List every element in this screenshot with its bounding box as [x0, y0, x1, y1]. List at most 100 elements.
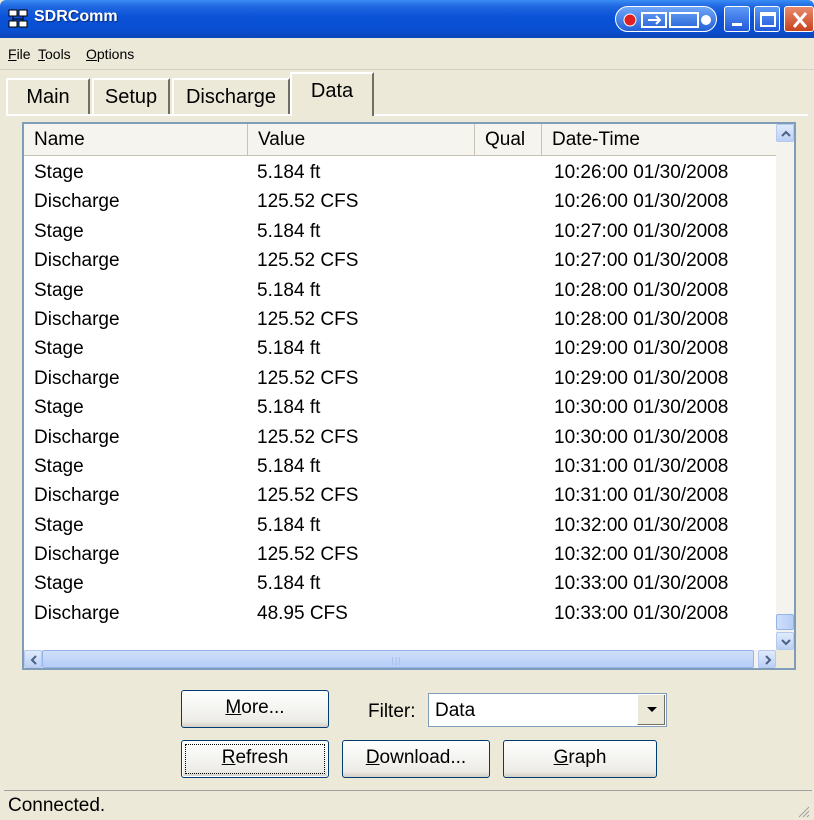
table-row[interactable]: Stage 5.184 ft 10:27:00 01/30/2008: [24, 217, 776, 246]
cell-name: Discharge: [34, 367, 120, 389]
horizontal-scroll-thumb[interactable]: |||: [42, 650, 754, 668]
cell-datetime: 10:33:00 01/30/2008: [554, 573, 729, 595]
data-list[interactable]: Name Value Qual Date-Time Stage 5.184 ft 1…: [22, 122, 796, 670]
cell-name: Discharge: [34, 308, 120, 330]
cell-name: Stage: [34, 279, 84, 301]
app-icon: [8, 9, 28, 28]
cell-datetime: 10:28:00 01/30/2008: [554, 279, 729, 301]
column-header-qual[interactable]: Qual: [475, 124, 542, 156]
table-row[interactable]: Stage 5.184 ft 10:28:00 01/30/2008: [24, 276, 776, 305]
scroll-right-icon[interactable]: [758, 650, 776, 668]
tab-setup[interactable]: Setup: [92, 78, 170, 116]
tab-main[interactable]: Main: [6, 78, 90, 116]
cell-datetime: 10:30:00 01/30/2008: [554, 426, 729, 448]
cell-name: Stage: [34, 514, 84, 536]
vertical-scrollbar[interactable]: [776, 124, 794, 650]
menu-bar: File Tools Options: [0, 38, 814, 70]
menu-tools[interactable]: Tools: [38, 46, 71, 62]
column-header-name[interactable]: Name: [24, 124, 248, 156]
maximize-icon[interactable]: [754, 6, 780, 32]
table-row[interactable]: Stage 5.184 ft 10:31:00 01/30/2008: [24, 452, 776, 481]
record-connect-icon[interactable]: [615, 6, 717, 32]
cell-value: 48.95 CFS: [257, 602, 348, 624]
filter-select[interactable]: Data: [428, 693, 667, 727]
table-row[interactable]: Discharge 125.52 CFS 10:31:00 01/30/2008: [24, 481, 776, 510]
cell-name: Stage: [34, 573, 84, 595]
cell-name: Discharge: [34, 544, 120, 566]
cell-value: 5.184 ft: [257, 338, 321, 360]
cell-name: Stage: [34, 397, 84, 419]
cell-name: Discharge: [34, 191, 120, 213]
resize-grip-icon[interactable]: [796, 804, 810, 818]
cell-datetime: 10:28:00 01/30/2008: [554, 308, 729, 330]
cell-datetime: 10:26:00 01/30/2008: [554, 162, 729, 183]
table-row[interactable]: Stage 5.184 ft 10:33:00 01/30/2008: [24, 569, 776, 598]
column-header-datetime[interactable]: Date-Time: [542, 124, 776, 156]
cell-datetime: 10:29:00 01/30/2008: [554, 338, 729, 360]
table-row[interactable]: Discharge 125.52 CFS 10:28:00 01/30/2008: [24, 305, 776, 334]
table-row[interactable]: Discharge 125.52 CFS 10:27:00 01/30/2008: [24, 246, 776, 275]
cell-value: 125.52 CFS: [257, 250, 359, 272]
table-row[interactable]: Discharge 125.52 CFS 10:32:00 01/30/2008: [24, 540, 776, 569]
tab-panel-border: [6, 114, 808, 116]
cell-name: Stage: [34, 338, 84, 360]
cell-value: 125.52 CFS: [257, 544, 359, 566]
cell-value: 125.52 CFS: [257, 308, 359, 330]
table-row[interactable]: Discharge 125.52 CFS 10:30:00 01/30/2008: [24, 423, 776, 452]
cell-value: 125.52 CFS: [257, 191, 359, 213]
cell-datetime: 10:29:00 01/30/2008: [554, 367, 729, 389]
scroll-left-icon[interactable]: [24, 650, 42, 668]
cell-value: 5.184 ft: [257, 397, 321, 419]
cell-value: 125.52 CFS: [257, 426, 359, 448]
column-header-value[interactable]: Value: [248, 124, 475, 156]
cell-datetime: 10:31:00 01/30/2008: [554, 455, 729, 477]
window-title: SDRComm: [34, 8, 118, 25]
filter-value: Data: [435, 700, 476, 721]
tab-data[interactable]: Data: [290, 72, 374, 116]
graph-button[interactable]: Graph: [503, 740, 657, 778]
horizontal-scrollbar[interactable]: |||: [24, 650, 776, 668]
cell-name: Stage: [34, 220, 84, 242]
filter-label: Filter:: [368, 701, 416, 722]
cell-name: Stage: [34, 162, 84, 183]
more-button[interactable]: More...: [181, 690, 329, 728]
cell-datetime: 10:31:00 01/30/2008: [554, 485, 729, 507]
cell-name: Discharge: [34, 485, 120, 507]
scroll-up-icon[interactable]: [776, 124, 794, 142]
cell-name: Discharge: [34, 602, 120, 624]
scroll-corner: [776, 650, 794, 668]
tab-discharge[interactable]: Discharge: [172, 78, 290, 116]
table-row[interactable]: Discharge 125.52 CFS 10:26:00 01/30/2008: [24, 187, 776, 216]
cell-name: Discharge: [34, 426, 120, 448]
table-row[interactable]: Discharge 125.52 CFS 10:29:00 01/30/2008: [24, 364, 776, 393]
status-text: Connected.: [8, 795, 106, 816]
cell-value: 5.184 ft: [257, 573, 321, 595]
scroll-down-icon[interactable]: [776, 632, 794, 650]
grip-icon: |||: [391, 656, 403, 665]
menu-options[interactable]: Options: [86, 46, 134, 62]
table-row[interactable]: Stage 5.184 ft 10:26:00 01/30/2008: [24, 158, 776, 187]
title-bar[interactable]: SDRComm: [0, 0, 814, 38]
close-icon[interactable]: [784, 6, 814, 32]
cell-datetime: 10:27:00 01/30/2008: [554, 220, 729, 242]
download-button[interactable]: Download...: [342, 740, 490, 778]
cell-value: 5.184 ft: [257, 162, 321, 183]
cell-datetime: 10:30:00 01/30/2008: [554, 397, 729, 419]
menu-file[interactable]: File: [8, 46, 31, 62]
cell-datetime: 10:32:00 01/30/2008: [554, 514, 729, 536]
refresh-button[interactable]: Refresh: [181, 740, 329, 778]
minimize-icon[interactable]: [724, 6, 750, 32]
chevron-down-icon[interactable]: [637, 695, 665, 725]
cell-value: 5.184 ft: [257, 279, 321, 301]
status-bar: Connected.: [4, 790, 812, 820]
table-row[interactable]: Stage 5.184 ft 10:29:00 01/30/2008: [24, 334, 776, 363]
table-row[interactable]: Stage 5.184 ft 10:30:00 01/30/2008: [24, 393, 776, 422]
cell-datetime: 10:33:00 01/30/2008: [554, 602, 729, 624]
cell-value: 125.52 CFS: [257, 485, 359, 507]
cell-datetime: 10:26:00 01/30/2008: [554, 191, 729, 213]
list-rows: Stage 5.184 ft 10:26:00 01/30/2008 Discharg…: [24, 158, 776, 628]
cell-name: Stage: [34, 455, 84, 477]
vertical-scroll-thumb[interactable]: [776, 614, 794, 630]
table-row[interactable]: Discharge 48.95 CFS 10:33:00 01/30/2008: [24, 599, 776, 628]
table-row[interactable]: Stage 5.184 ft 10:32:00 01/30/2008: [24, 511, 776, 540]
